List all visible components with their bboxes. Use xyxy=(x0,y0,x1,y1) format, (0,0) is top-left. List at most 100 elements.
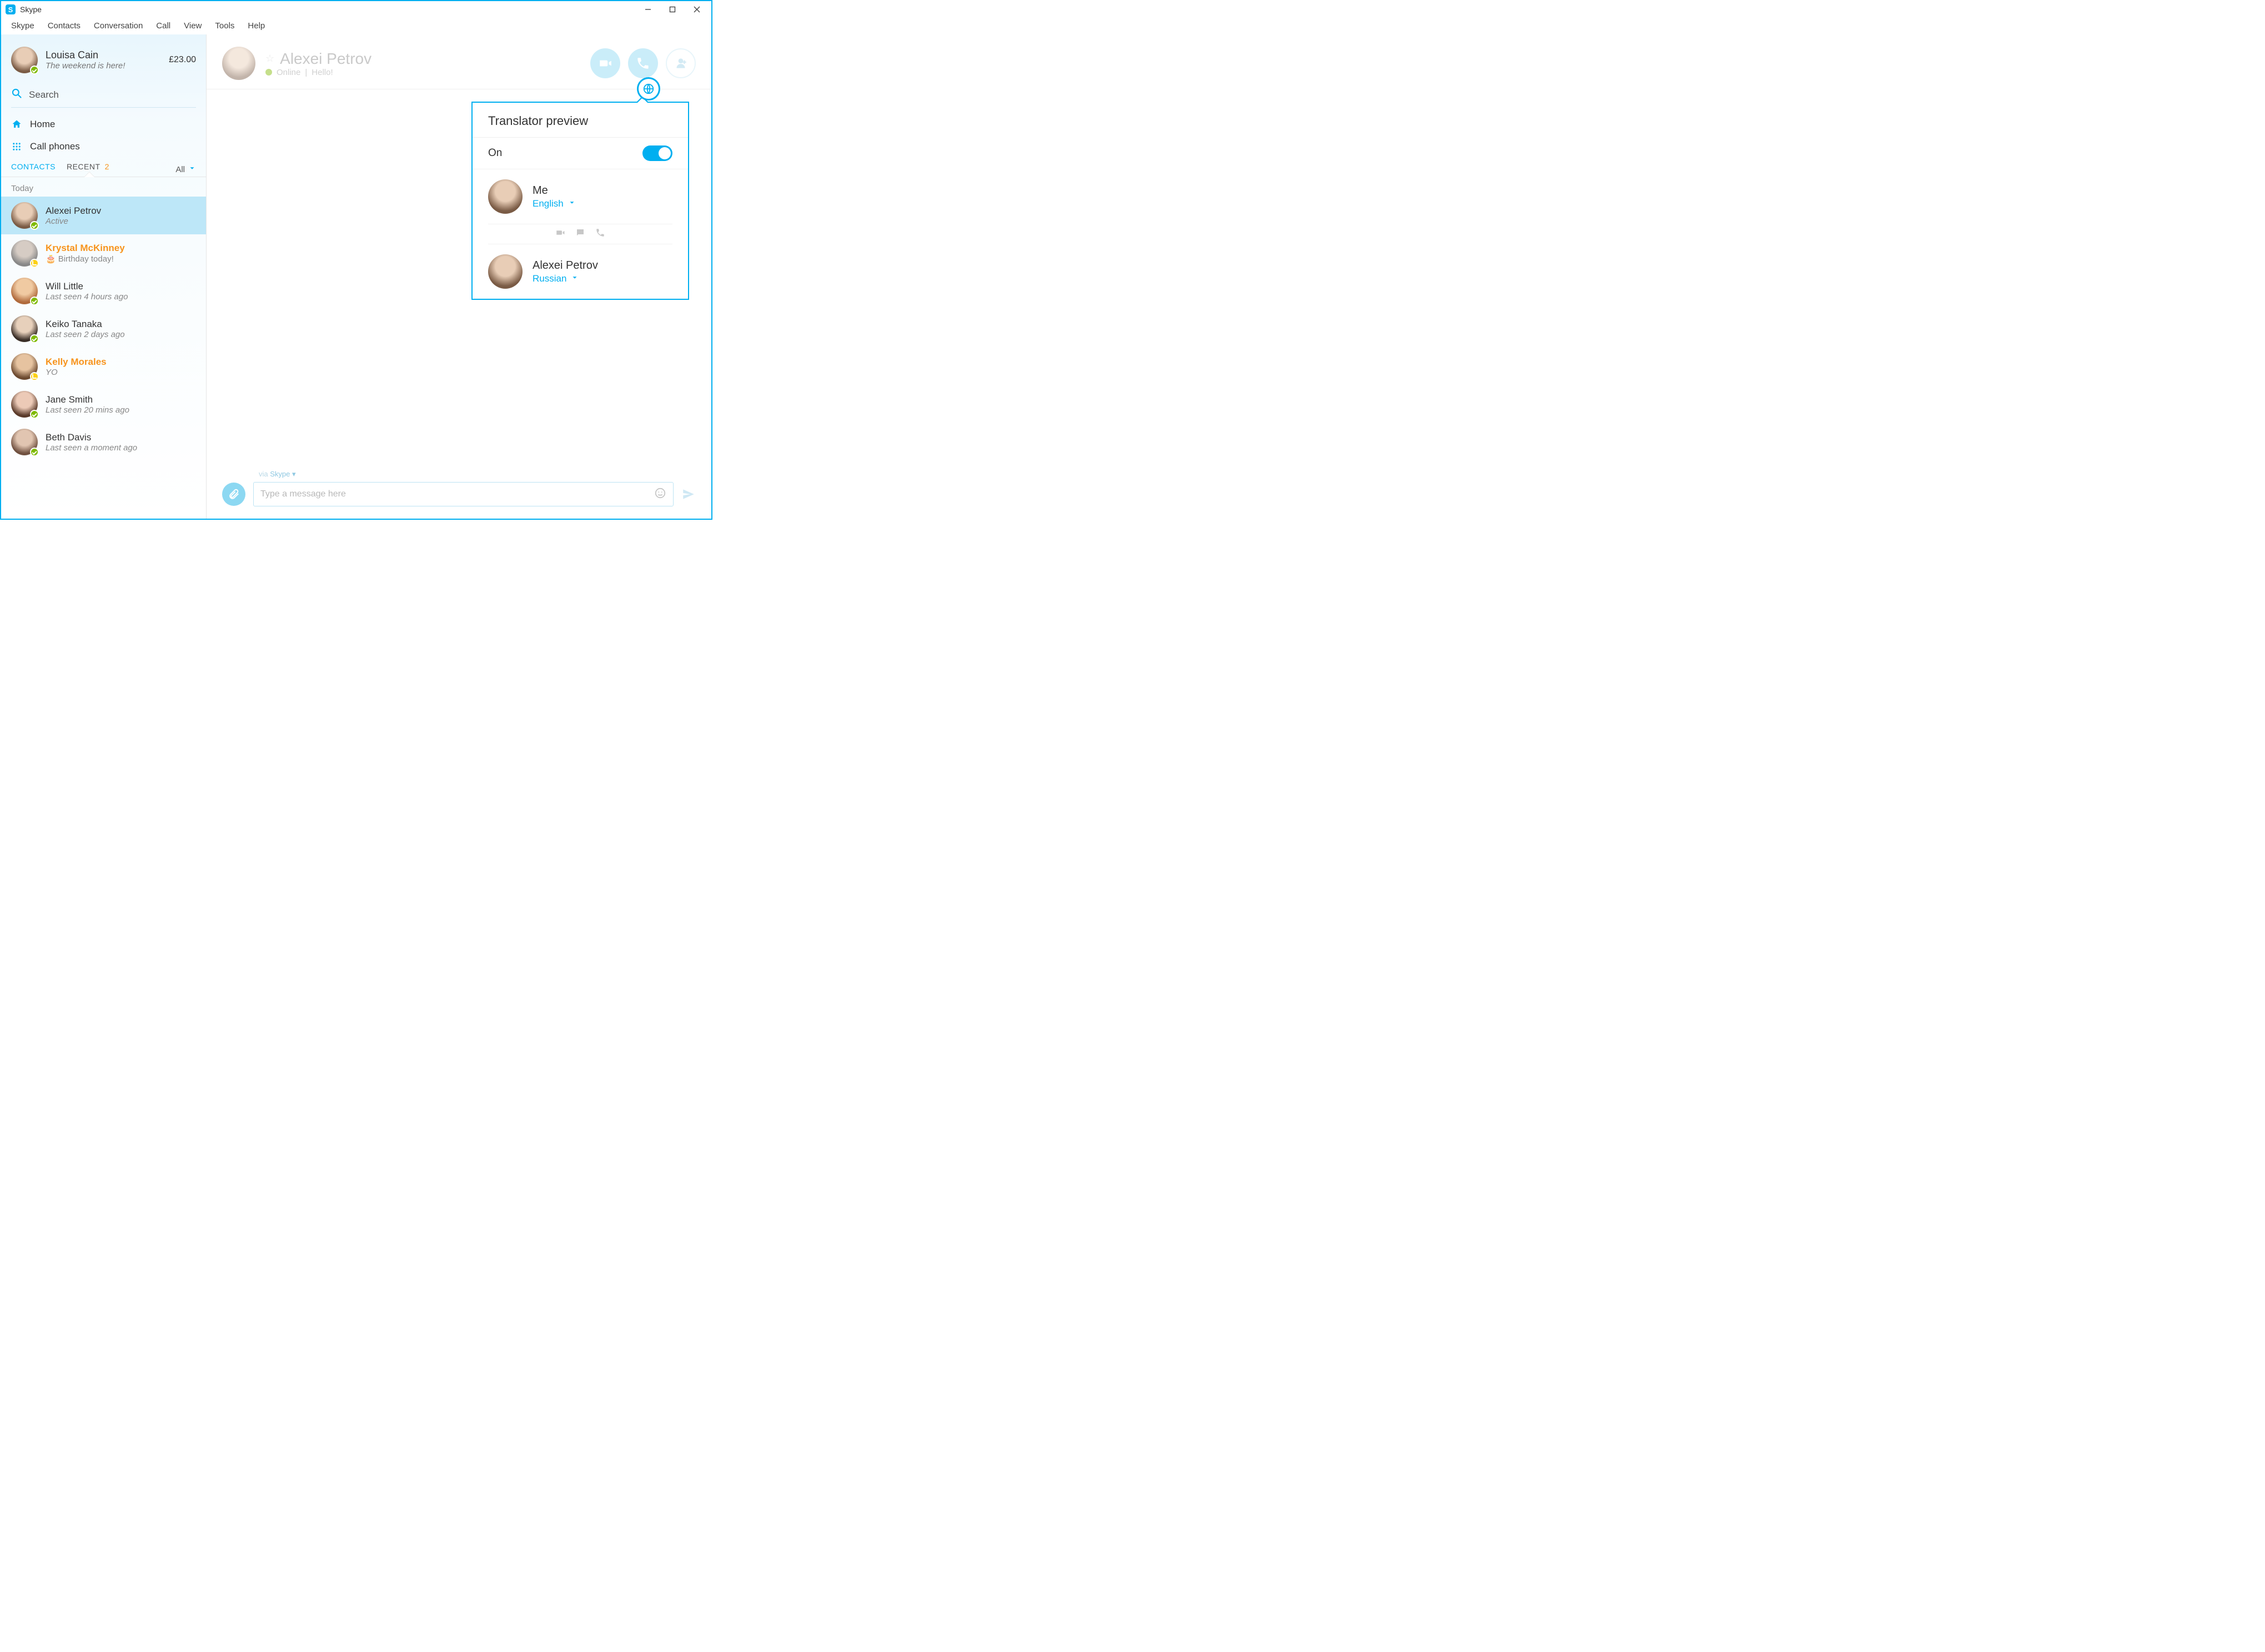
message-input[interactable]: Type a message here xyxy=(253,482,674,506)
menu-call[interactable]: Call xyxy=(150,19,176,33)
translator-them-name: Alexei Petrov xyxy=(533,259,598,272)
status-online-icon xyxy=(30,334,39,343)
tab-recent-label: RECENT xyxy=(67,162,100,171)
menu-tools[interactable]: Tools xyxy=(209,19,240,33)
status-away-icon xyxy=(30,372,39,381)
chevron-down-icon xyxy=(568,198,576,209)
window-titlebar: S Skype xyxy=(1,1,711,18)
status-away-icon xyxy=(30,259,39,268)
conversation-mood: Hello! xyxy=(312,68,333,77)
conversation-body: Translator preview On Me English xyxy=(207,89,711,470)
contact-row[interactable]: Will LittleLast seen 4 hours ago xyxy=(1,272,206,310)
menu-bar: Skype Contacts Conversation Call View To… xyxy=(1,18,711,34)
search-label: Search xyxy=(29,89,59,101)
conversation-presence: Online xyxy=(277,68,300,77)
sidebar-item-home[interactable]: Home xyxy=(1,113,206,135)
contact-row[interactable]: Keiko TanakaLast seen 2 days ago xyxy=(1,310,206,348)
translator-me-language: English xyxy=(533,198,564,209)
translator-toggle-switch[interactable] xyxy=(642,145,672,161)
avatar xyxy=(11,240,38,267)
menu-skype[interactable]: Skype xyxy=(6,19,40,33)
translator-them-language-select[interactable]: Russian xyxy=(533,273,598,284)
audio-call-button[interactable] xyxy=(628,48,658,78)
tab-contacts[interactable]: CONTACTS xyxy=(11,162,56,177)
avatar xyxy=(11,202,38,229)
avatar xyxy=(11,391,38,418)
chevron-down-icon: ▾ xyxy=(292,470,296,478)
contact-row[interactable]: Beth DavisLast seen a moment ago xyxy=(1,423,206,461)
sidebar-item-label: Home xyxy=(30,119,55,130)
add-participant-button[interactable] xyxy=(666,48,696,78)
skype-credit[interactable]: £23.00 xyxy=(169,55,196,65)
conversation-header: ☆ Alexei Petrov Online | Hello! xyxy=(207,34,711,89)
search-field[interactable]: Search xyxy=(11,84,196,108)
favorite-star-icon[interactable]: ☆ xyxy=(265,53,274,64)
translator-mode-icons xyxy=(488,224,672,244)
window-title: Skype xyxy=(20,5,42,14)
contact-subtitle-text: Last seen a moment ago xyxy=(46,443,137,453)
menu-conversation[interactable]: Conversation xyxy=(88,19,148,33)
sidebar-tabs: CONTACTS RECENT 2 All xyxy=(1,158,206,177)
skype-logo-icon: S xyxy=(6,4,16,14)
attach-button[interactable] xyxy=(222,483,245,506)
contacts-filter[interactable]: All xyxy=(175,164,196,174)
send-button[interactable] xyxy=(681,487,696,501)
minimize-button[interactable] xyxy=(636,2,660,17)
via-service: Skype xyxy=(270,470,290,478)
via-label[interactable]: via Skype ▾ xyxy=(259,470,696,479)
contacts-filter-label: All xyxy=(175,165,185,174)
contact-name: Jane Smith xyxy=(46,394,129,405)
contact-row[interactable]: Jane SmithLast seen 20 mins ago xyxy=(1,385,206,423)
avatar xyxy=(488,179,523,214)
menu-help[interactable]: Help xyxy=(242,19,270,33)
status-online-icon xyxy=(30,410,39,419)
contacts-list[interactable]: Alexei PetrovActiveKrystal McKinney🎂Birt… xyxy=(1,197,206,519)
via-prefix: via xyxy=(259,470,270,478)
profile-block[interactable]: Louisa Cain The weekend is here! £23.00 xyxy=(1,34,206,81)
dialpad-icon xyxy=(11,142,22,152)
translator-person-me: Me English xyxy=(473,169,688,224)
contact-subtitle-text: Active xyxy=(46,217,68,226)
phone-icon xyxy=(595,228,605,240)
translator-me-language-select[interactable]: English xyxy=(533,198,576,209)
chat-icon xyxy=(575,228,585,240)
profile-mood[interactable]: The weekend is here! xyxy=(46,61,169,71)
contact-row[interactable]: Krystal McKinney🎂Birthday today! xyxy=(1,234,206,272)
avatar xyxy=(11,278,38,304)
maximize-button[interactable] xyxy=(660,2,685,17)
status-online-icon xyxy=(30,66,39,74)
menu-contacts[interactable]: Contacts xyxy=(42,19,86,33)
tab-pointer-icon xyxy=(84,172,94,177)
chevron-down-icon xyxy=(571,273,579,284)
close-button[interactable] xyxy=(685,2,709,17)
message-placeholder: Type a message here xyxy=(260,489,346,499)
contact-row[interactable]: Kelly MoralesYO xyxy=(1,348,206,385)
contact-subtitle: Active xyxy=(46,217,101,226)
conversation-avatar[interactable] xyxy=(222,47,255,80)
section-today-label: Today xyxy=(1,177,206,197)
search-icon xyxy=(11,88,22,102)
contact-subtitle: 🎂Birthday today! xyxy=(46,254,125,264)
contact-row[interactable]: Alexei PetrovActive xyxy=(1,197,206,234)
emoji-button[interactable] xyxy=(654,487,666,502)
avatar xyxy=(11,429,38,455)
sidebar: Louisa Cain The weekend is here! £23.00 … xyxy=(1,34,207,519)
contact-name: Will Little xyxy=(46,281,128,292)
contact-subtitle-text: Last seen 4 hours ago xyxy=(46,292,128,302)
conversation-title: Alexei Petrov xyxy=(280,50,371,68)
translator-person-them: Alexei Petrov Russian xyxy=(473,244,688,299)
menu-view[interactable]: View xyxy=(178,19,207,33)
contact-subtitle: Last seen a moment ago xyxy=(46,443,137,453)
sidebar-item-label: Call phones xyxy=(30,141,80,152)
separator: | xyxy=(305,68,307,77)
sidebar-item-call-phones[interactable]: Call phones xyxy=(1,135,206,158)
profile-avatar[interactable] xyxy=(11,47,38,73)
translator-toggle-button[interactable] xyxy=(637,77,660,101)
status-online-icon xyxy=(30,221,39,230)
contact-subtitle: Last seen 4 hours ago xyxy=(46,292,128,302)
video-call-button[interactable] xyxy=(590,48,620,78)
status-online-icon xyxy=(265,69,272,76)
avatar xyxy=(11,353,38,380)
contact-name: Beth Davis xyxy=(46,432,137,443)
birthday-icon: 🎂 xyxy=(46,254,56,264)
